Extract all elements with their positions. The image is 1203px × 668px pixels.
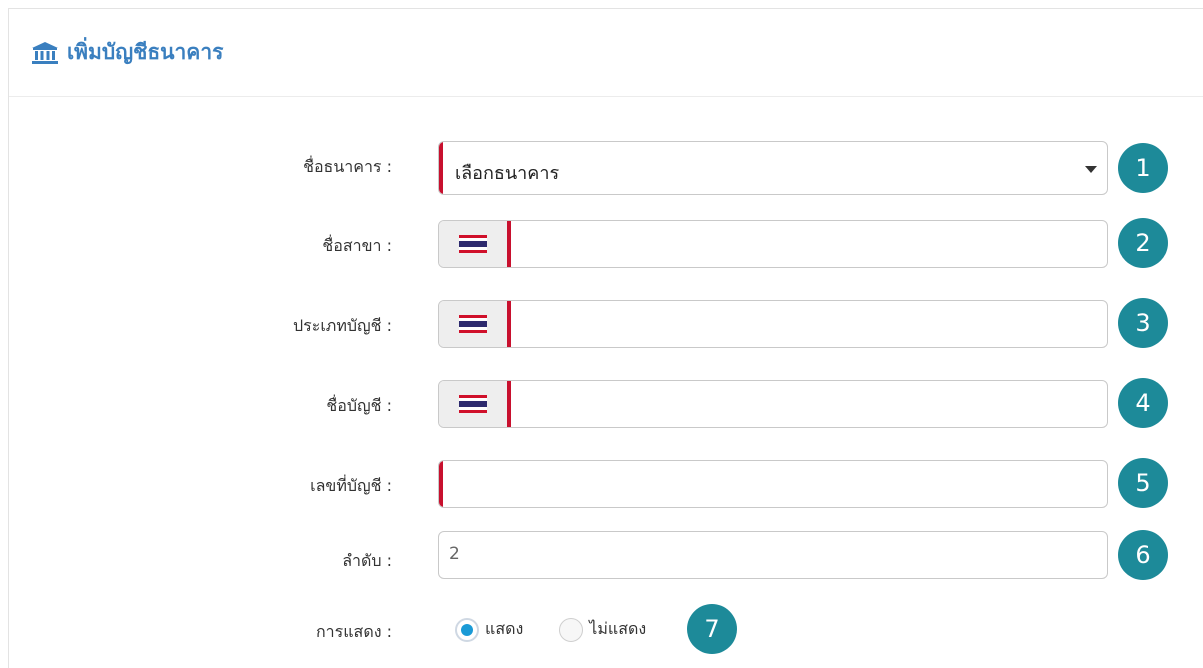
required-marker xyxy=(507,301,511,347)
panel-header: เพิ่มบัญชีธนาคาร xyxy=(9,9,1203,97)
account-type-input[interactable] xyxy=(438,300,1108,348)
language-addon xyxy=(439,221,507,267)
display-show-label[interactable]: แสดง xyxy=(485,617,523,642)
chevron-down-icon xyxy=(1085,166,1097,173)
bank-name-label: ชื่อธนาคาร : xyxy=(303,157,392,176)
bank-icon xyxy=(31,41,59,65)
branch-name-label: ชื่อสาขา : xyxy=(322,236,392,255)
account-number-label: เลขที่บัญชี : xyxy=(310,476,392,495)
step-badge-5: 5 xyxy=(1118,458,1168,508)
step-badge-7: 7 xyxy=(687,604,737,654)
step-badge-3: 3 xyxy=(1118,298,1168,348)
account-name-input[interactable] xyxy=(438,380,1108,428)
display-hide-radio[interactable] xyxy=(559,617,584,642)
required-marker xyxy=(439,142,443,194)
account-type-label: ประเภทบัญชี : xyxy=(292,316,392,335)
order-value: 2 xyxy=(449,544,460,564)
thai-flag-icon xyxy=(459,235,487,253)
bank-select[interactable]: เลือกธนาคาร xyxy=(438,141,1108,195)
page-title: เพิ่มบัญชีธนาคาร xyxy=(67,40,224,64)
step-badge-6: 6 xyxy=(1118,530,1168,580)
display-show-radio[interactable] xyxy=(455,617,479,642)
order-label: ลำดับ : xyxy=(342,551,392,570)
thai-flag-icon xyxy=(459,315,487,333)
required-marker xyxy=(439,461,443,507)
thai-flag-icon xyxy=(459,395,487,413)
display-radio-group: แสดง ไม่แสดง xyxy=(455,617,646,642)
step-badge-2: 2 xyxy=(1118,218,1168,268)
branch-name-input[interactable] xyxy=(438,220,1108,268)
step-badge-4: 4 xyxy=(1118,378,1168,428)
language-addon xyxy=(439,381,507,427)
display-label: การแสดง : xyxy=(315,622,392,641)
required-marker xyxy=(507,381,511,427)
account-name-label: ชื่อบัญชี : xyxy=(326,396,392,415)
account-number-input[interactable] xyxy=(438,460,1108,508)
required-marker xyxy=(507,221,511,267)
bank-select-value: เลือกธนาคาร xyxy=(455,163,560,184)
step-badge-1: 1 xyxy=(1118,143,1168,193)
add-bank-account-panel: เพิ่มบัญชีธนาคาร ชื่อธนาคาร : เลือกธนาคา… xyxy=(8,8,1203,668)
order-input[interactable]: 2 xyxy=(438,531,1108,579)
display-hide-label[interactable]: ไม่แสดง xyxy=(589,617,646,642)
language-addon xyxy=(439,301,507,347)
